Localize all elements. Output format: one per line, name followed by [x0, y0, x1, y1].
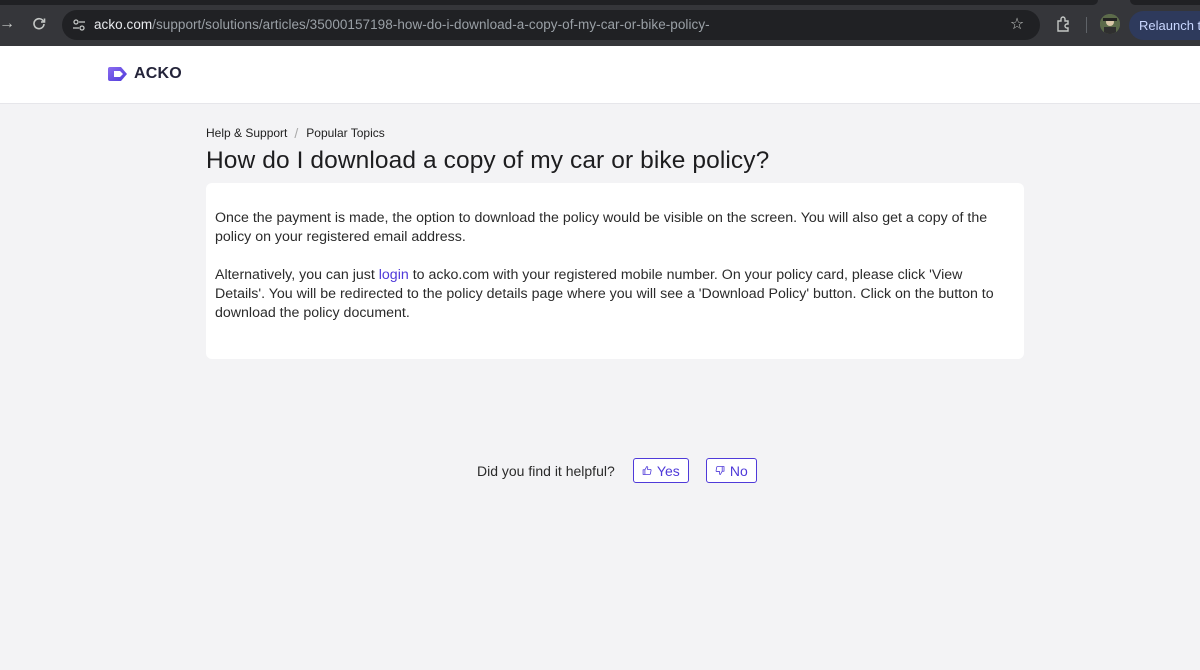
login-link[interactable]: login	[379, 267, 409, 283]
url-host: acko.com	[94, 17, 153, 32]
url-path: /support/solutions/articles/35000157198-…	[152, 17, 710, 32]
extensions-icon[interactable]	[1053, 13, 1075, 35]
browser-toolbar: → acko.com/support/solutions/articles/35…	[0, 0, 1200, 46]
site-info-icon[interactable]	[68, 14, 90, 36]
toolbar-divider	[1086, 17, 1087, 33]
thumbs-down-icon	[715, 466, 725, 475]
bookmark-star-icon[interactable]: ☆	[1006, 14, 1028, 36]
feedback-no-button[interactable]: No	[705, 458, 757, 483]
reload-icon[interactable]	[28, 13, 50, 35]
paragraph-2-text-before: Alternatively, you can just	[215, 267, 379, 283]
url-text[interactable]: acko.com/support/solutions/articles/3500…	[94, 17, 710, 32]
address-bar[interactable]: acko.com/support/solutions/articles/3500…	[62, 10, 1040, 40]
feedback-no-label: No	[729, 462, 748, 479]
acko-logo-icon	[108, 67, 127, 81]
relaunch-button[interactable]: Relaunch to	[1129, 11, 1200, 40]
site-header: ACKO	[0, 46, 1200, 104]
feedback-yes-button[interactable]: Yes	[632, 458, 689, 483]
feedback-yes-label: Yes	[656, 462, 680, 479]
page-title: How do I download a copy of my car or bi…	[206, 147, 770, 174]
breadcrumb-separator: /	[294, 125, 299, 141]
feedback-section: Did you find it helpful? Yes No	[477, 458, 757, 483]
article-card: Once the payment is made, the option to …	[206, 183, 1024, 359]
tab-strip	[0, 0, 1098, 5]
breadcrumb-item-help-support[interactable]: Help & Support	[206, 126, 287, 140]
logo-text: ACKO	[134, 65, 182, 82]
feedback-question: Did you find it helpful?	[477, 462, 615, 479]
tab-strip-right	[1130, 0, 1200, 5]
profile-avatar[interactable]	[1100, 14, 1120, 34]
breadcrumb: Help & Support / Popular Topics	[206, 125, 385, 141]
breadcrumb-item-popular-topics[interactable]: Popular Topics	[306, 126, 385, 140]
article-paragraph-2: Alternatively, you can just login to ack…	[215, 266, 1015, 323]
forward-icon[interactable]: →	[0, 13, 18, 35]
acko-logo[interactable]: ACKO	[106, 65, 182, 83]
article-paragraph-1: Once the payment is made, the option to …	[215, 210, 988, 245]
thumbs-up-icon	[642, 466, 652, 475]
